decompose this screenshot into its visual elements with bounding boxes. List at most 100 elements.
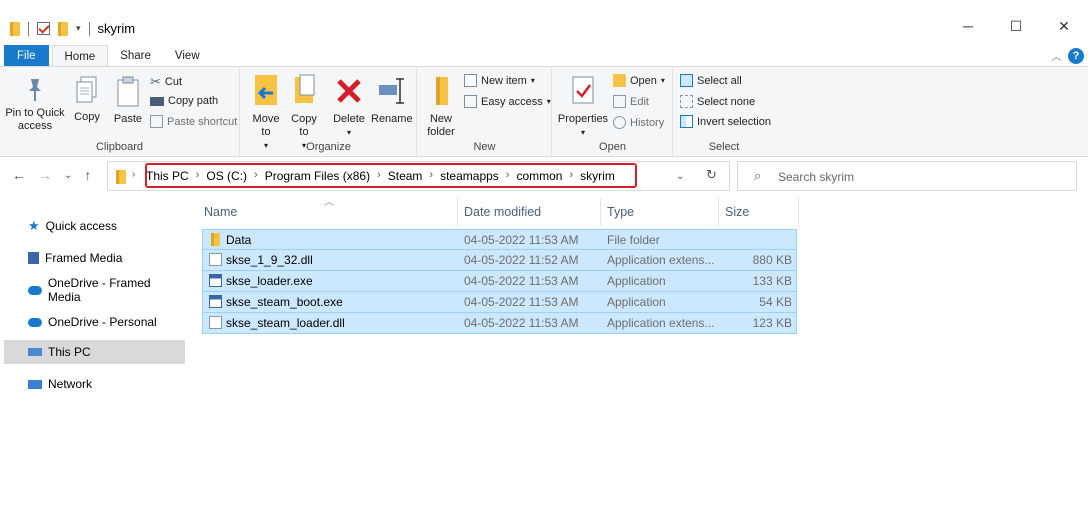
nav-item-quick-access[interactable]: ★ Quick access xyxy=(4,214,185,238)
star-icon: ★ xyxy=(28,218,40,233)
paste-label: Paste xyxy=(113,113,143,125)
back-arrow-icon[interactable]: ← xyxy=(12,167,26,183)
collapse-ribbon-chevron-icon[interactable]: ︿ xyxy=(1051,48,1062,64)
column-divider[interactable] xyxy=(718,198,719,226)
column-header-date[interactable]: Date modified xyxy=(464,198,541,226)
file-date: 04-05-2022 11:53 AM xyxy=(464,233,579,247)
column-header-size[interactable]: Size xyxy=(725,198,749,226)
column-divider[interactable] xyxy=(600,198,601,226)
properties-check-icon[interactable] xyxy=(37,22,50,35)
easy-access-icon xyxy=(464,95,477,108)
customize-toolbar-chevron-icon[interactable]: ▾ xyxy=(76,23,81,34)
pin-label: Pin to Quick access xyxy=(5,107,65,132)
organize-group-label: Organize xyxy=(306,141,351,153)
copy-path-label: Copy path xyxy=(168,95,219,107)
delete-button[interactable]: Delete ▾ xyxy=(331,73,367,139)
tab-view[interactable]: View xyxy=(163,45,212,67)
minimize-button[interactable]: ─ xyxy=(944,18,992,35)
nav-item-label: This PC xyxy=(48,345,91,359)
file-date: 04-05-2022 11:52 AM xyxy=(464,253,579,267)
file-size: 133 KB xyxy=(752,274,792,288)
maximize-button[interactable]: ☐ xyxy=(992,18,1040,35)
address-history-chevron-icon[interactable]: ⌄ xyxy=(676,171,684,182)
file-date: 04-05-2022 11:53 AM xyxy=(464,295,579,309)
clipboard-group-label: Clipboard xyxy=(95,141,144,153)
new-folder-button[interactable]: New folder xyxy=(424,73,458,139)
file-row[interactable]: skse_loader.exe 04-05-2022 11:53 AM Appl… xyxy=(202,271,797,292)
column-divider[interactable] xyxy=(457,198,458,226)
paste-shortcut-icon xyxy=(150,115,163,128)
nav-item-label: Network xyxy=(48,377,93,391)
file-type: File folder xyxy=(607,233,660,247)
file-row[interactable]: skse_1_9_32.dll 04-05-2022 11:52 AM Appl… xyxy=(202,250,797,271)
file-size: 123 KB xyxy=(752,316,792,330)
new-folder-label: New folder xyxy=(427,113,455,138)
column-divider[interactable] xyxy=(798,198,799,226)
close-button[interactable]: ✕ xyxy=(1040,18,1088,35)
file-name: skse_1_9_32.dll xyxy=(226,253,313,267)
edit-button[interactable]: Edit xyxy=(613,95,649,108)
new-folder-icon[interactable] xyxy=(58,21,68,36)
delete-chevron-icon: ▾ xyxy=(346,128,351,137)
invert-selection-icon xyxy=(680,115,693,128)
cloud-icon xyxy=(28,285,42,295)
file-name: skse_steam_loader.dll xyxy=(226,316,345,330)
pin-to-quick-access-button[interactable]: Pin to Quick access xyxy=(4,75,66,133)
paste-shortcut-button[interactable]: Paste shortcut xyxy=(150,115,237,128)
nav-item-label: Quick access xyxy=(45,219,118,233)
open-button[interactable]: Open ▾ xyxy=(613,74,665,87)
recent-locations-chevron-icon[interactable]: ⌄ xyxy=(64,167,72,183)
nav-item-network[interactable]: Network xyxy=(4,372,185,396)
file-row[interactable]: skse_steam_boot.exe 04-05-2022 11:53 AM … xyxy=(202,292,797,313)
file-row[interactable]: Data 04-05-2022 11:53 AM File folder xyxy=(202,229,797,250)
tab-file[interactable]: File xyxy=(4,45,49,67)
new-group: New folder New item ▾ Easy access ▾ New xyxy=(418,67,552,157)
help-icon[interactable]: ? xyxy=(1068,48,1084,64)
select-group-label: Select xyxy=(708,141,740,153)
dll-file-icon xyxy=(209,316,222,329)
select-none-button[interactable]: Select none xyxy=(680,95,755,108)
file-date: 04-05-2022 11:53 AM xyxy=(464,274,579,288)
title-bar: ▾ skyrim ─ ☐ ✕ xyxy=(0,0,1088,40)
open-folder-icon xyxy=(613,74,626,87)
properties-label: Properties xyxy=(557,113,609,125)
copy-path-button[interactable]: Copy path xyxy=(150,95,218,107)
chevron-right-icon: › xyxy=(132,169,136,180)
cut-button[interactable]: ✂ Cut xyxy=(150,74,182,90)
properties-button[interactable]: Properties ▾ xyxy=(557,73,609,139)
new-item-icon xyxy=(464,74,477,87)
column-header-type[interactable]: Type xyxy=(607,198,634,226)
history-label: History xyxy=(630,116,665,129)
invert-selection-button[interactable]: Invert selection xyxy=(680,115,771,128)
nav-item-framed-media[interactable]: Framed Media xyxy=(4,246,185,270)
search-box[interactable]: ⌕ Search skyrim xyxy=(737,161,1077,191)
file-row[interactable]: skse_steam_loader.dll 04-05-2022 11:53 A… xyxy=(202,313,797,334)
rename-button[interactable]: Rename xyxy=(371,73,413,126)
copy-path-icon xyxy=(150,96,164,106)
paste-button[interactable]: Paste xyxy=(110,75,146,126)
nav-item-label: OneDrive - Framed Media xyxy=(47,276,151,304)
select-none-icon xyxy=(680,95,693,108)
column-header-name[interactable]: Name xyxy=(204,198,237,226)
new-item-button[interactable]: New item ▾ xyxy=(464,74,535,87)
search-input[interactable]: Search skyrim xyxy=(778,170,854,184)
history-button[interactable]: History xyxy=(613,116,664,129)
select-none-label: Select none xyxy=(697,95,756,108)
nav-item-onedrive-personal[interactable]: OneDrive - Personal xyxy=(4,310,185,334)
divider xyxy=(88,21,90,36)
refresh-icon[interactable]: ↻ xyxy=(706,167,717,183)
tab-home[interactable]: Home xyxy=(51,45,109,67)
up-arrow-icon[interactable]: ↑ xyxy=(84,167,91,183)
properties-chevron-icon: ▾ xyxy=(580,128,585,137)
quick-access-toolbar: ▾ skyrim xyxy=(10,21,135,36)
copy-button[interactable]: Copy xyxy=(70,75,104,124)
nav-item-this-pc[interactable]: This PC xyxy=(4,340,185,364)
forward-arrow-icon[interactable]: → xyxy=(38,167,52,183)
nav-item-onedrive-framed-media[interactable]: OneDrive - Framed Media xyxy=(4,276,185,304)
easy-access-button[interactable]: Easy access ▾ xyxy=(464,95,551,108)
cut-label: Cut xyxy=(164,76,183,88)
select-all-button[interactable]: Select all xyxy=(680,74,742,87)
tab-share[interactable]: Share xyxy=(108,45,163,67)
exe-file-icon xyxy=(209,295,222,308)
easy-access-chevron-icon: ▾ xyxy=(546,97,551,106)
